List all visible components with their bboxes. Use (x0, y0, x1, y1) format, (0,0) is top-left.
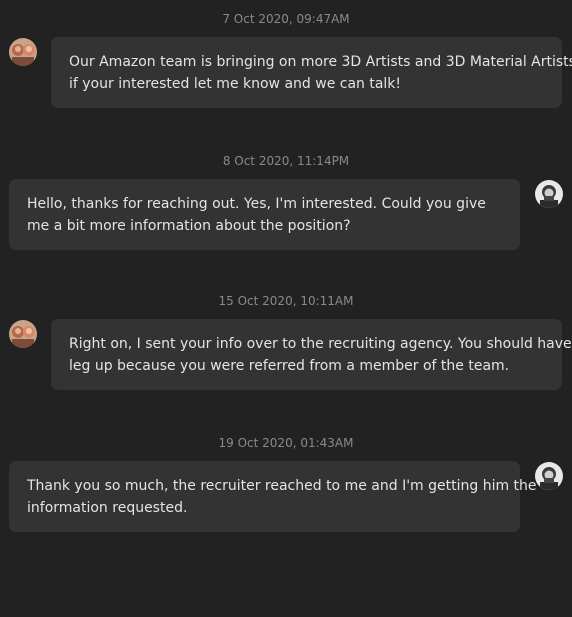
message-text-line: Hello, thanks for reaching out. Yes, I'm… (27, 196, 486, 212)
contact-avatar-icon[interactable] (9, 320, 37, 348)
message-bubble-sent: Thank you so much, the recruiter reached… (9, 461, 537, 532)
message-text-line: me a bit more information about the posi… (27, 218, 351, 234)
message-timestamp: 8 Oct 2020, 11:14PM (222, 154, 350, 168)
message-thread: 7 Oct 2020, 09:47AM Our Amazon team is b… (0, 0, 572, 617)
message-text-line: leg up because you were referred from a … (69, 358, 510, 374)
message-text-line: Thank you so much, the recruiter reached… (27, 478, 537, 494)
message-timestamp: 15 Oct 2020, 10:11AM (218, 294, 354, 308)
user-avatar-icon[interactable] (535, 462, 563, 490)
message-text-line: information requested. (27, 500, 188, 516)
message-text-line: Our Amazon team is bringing on more 3D A… (69, 54, 572, 70)
message-text-line: if your interested let me know and we ca… (69, 76, 402, 92)
user-avatar-icon[interactable] (535, 180, 563, 208)
message-bubble-received: Our Amazon team is bringing on more 3D A… (51, 37, 572, 108)
message-timestamp: 7 Oct 2020, 09:47AM (222, 12, 350, 26)
contact-avatar-icon[interactable] (9, 38, 37, 66)
message-bubble-received: Right on, I sent your info over to the r… (51, 319, 572, 390)
message-text-line: Right on, I sent your info over to the r… (69, 336, 572, 352)
message-bubble-sent: Hello, thanks for reaching out. Yes, I'm… (9, 179, 520, 250)
message-timestamp: 19 Oct 2020, 01:43AM (218, 436, 354, 450)
